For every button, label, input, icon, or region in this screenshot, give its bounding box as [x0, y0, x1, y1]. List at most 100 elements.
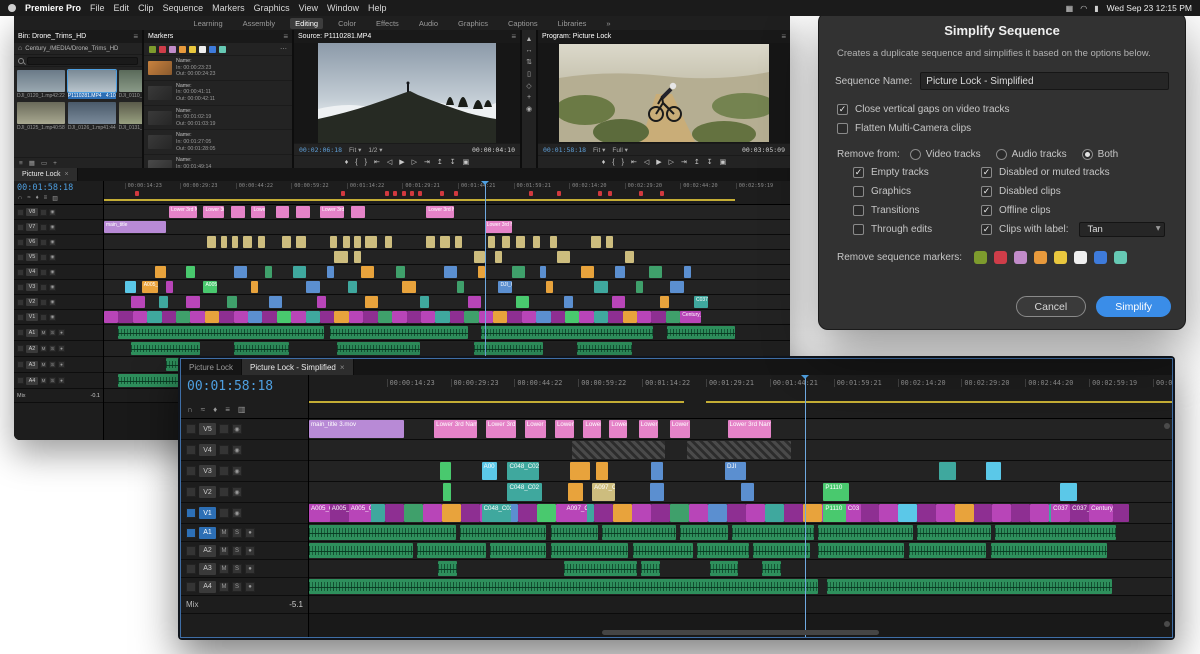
clip[interactable]: Lower 3 [251, 206, 266, 218]
go-to-out-icon[interactable]: ⇥ [681, 158, 687, 166]
track-visibility-icon[interactable]: ◉ [49, 253, 56, 261]
sync-lock-icon[interactable] [40, 313, 47, 321]
track-badge[interactable]: V6 [26, 238, 38, 246]
play-icon[interactable]: ▶ [656, 158, 661, 166]
go-to-in-icon[interactable]: ⇤ [631, 158, 637, 166]
clip[interactable] [593, 504, 613, 522]
clip[interactable] [265, 266, 273, 278]
clip[interactable]: A097_C0 [564, 504, 587, 522]
scroll-down-button[interactable] [1164, 621, 1170, 627]
track-badge[interactable]: V4 [26, 268, 38, 276]
track-badge[interactable]: V3 [26, 283, 38, 291]
track-visibility-icon[interactable]: ◉ [49, 283, 56, 291]
track-badge[interactable]: V5 [26, 253, 38, 261]
apple-menu-icon[interactable] [8, 4, 16, 12]
scroll-up-button[interactable] [1164, 423, 1170, 429]
sync-lock-icon[interactable] [40, 253, 47, 261]
clip[interactable] [580, 266, 595, 278]
lock-icon[interactable] [186, 445, 196, 455]
lock-icon[interactable] [17, 329, 24, 336]
new-item-icon[interactable]: + [53, 160, 57, 167]
clip[interactable] [595, 462, 608, 480]
clip[interactable] [577, 342, 633, 355]
record-arm-icon[interactable]: ● [245, 581, 255, 592]
display-status-icon[interactable]: ▦ [1066, 4, 1074, 13]
marker-color-chip[interactable] [219, 45, 226, 53]
clip[interactable] [515, 236, 526, 248]
record-arm-icon[interactable]: ● [58, 345, 65, 352]
lift-icon[interactable]: ↥ [437, 158, 443, 166]
clip[interactable] [1113, 504, 1129, 522]
track-visibility-icon[interactable]: ◉ [49, 313, 56, 321]
mark-out-icon[interactable]: } [622, 159, 624, 166]
track-visibility-icon[interactable]: ◉ [232, 508, 242, 518]
add-marker-icon[interactable]: ♦ [345, 159, 349, 166]
track-visibility-icon[interactable]: ◉ [232, 445, 242, 455]
record-arm-icon[interactable]: ● [245, 563, 255, 574]
radio-both[interactable]: Both [1081, 149, 1118, 160]
clip[interactable] [495, 251, 502, 263]
menu-view[interactable]: View [299, 3, 318, 13]
step-forward-icon[interactable]: ▷ [412, 158, 417, 166]
lock-icon[interactable] [186, 581, 196, 592]
export-frame-icon[interactable]: ▣ [720, 158, 727, 166]
razor-tool-icon[interactable]: ▯ [527, 70, 531, 78]
clip[interactable] [124, 281, 136, 293]
clip[interactable] [591, 236, 601, 248]
clip[interactable] [579, 311, 594, 323]
clip[interactable] [1030, 504, 1050, 522]
clip[interactable] [147, 311, 162, 323]
clip[interactable] [665, 311, 681, 323]
bin-item-dji-0120-1-mp4[interactable]: DJI_0120_1.mp4 2:22 [17, 70, 65, 99]
lock-icon[interactable] [17, 313, 24, 321]
track-badge[interactable]: V8 [26, 208, 38, 216]
timeline-ruler[interactable]: 00:00:14:23 00:00:29:23 00:00:44:22 00:00:5… [309, 375, 1172, 419]
program-fit-dropdown[interactable]: Fit ▾ [593, 146, 605, 154]
sequence-tab-picture-lock[interactable]: Picture Lock [181, 359, 243, 375]
clip[interactable]: C037 [1051, 504, 1071, 522]
clip[interactable] [501, 236, 511, 248]
clip[interactable] [219, 311, 234, 323]
sequence-marker[interactable] [418, 191, 423, 196]
clip[interactable] [460, 525, 547, 540]
clip[interactable] [361, 266, 374, 278]
clip[interactable] [242, 236, 253, 248]
sync-lock-icon[interactable] [40, 298, 47, 306]
track-badge[interactable]: V2 [199, 486, 216, 498]
close-icon[interactable]: × [65, 171, 69, 178]
timeline-settings-icon[interactable]: ≡ [225, 405, 230, 414]
clip[interactable] [395, 266, 406, 278]
marker-color-chip[interactable] [149, 45, 156, 53]
clip[interactable] [611, 296, 626, 308]
bin-item-dji-0126-1-mp4[interactable]: DJI_0126_1.mp4 1:44 [67, 102, 116, 131]
menu-clip[interactable]: Clip [138, 3, 154, 13]
mute-icon[interactable]: M [40, 329, 47, 336]
marker-color-chip[interactable] [199, 45, 206, 53]
sequence-marker[interactable] [556, 191, 561, 196]
timeline-settings-icon[interactable]: ≡ [44, 195, 48, 202]
marker-entry[interactable]: Name: In: 00:01:02:19 Out: 00:01:03:19 [144, 106, 292, 131]
sync-lock-icon[interactable] [219, 424, 229, 434]
sequence-marker[interactable] [393, 191, 398, 196]
clip[interactable]: Lower 3rd [203, 206, 225, 218]
clip[interactable] [567, 483, 584, 501]
workspace-tab-item[interactable]: » [601, 18, 615, 29]
clip[interactable] [276, 311, 292, 323]
clip[interactable] [650, 462, 663, 480]
clip[interactable]: P1110 [823, 483, 850, 501]
clip[interactable]: Lower 3 [554, 420, 574, 438]
go-to-in-icon[interactable]: ⇤ [374, 158, 380, 166]
track-badge[interactable]: V4 [199, 444, 216, 456]
clip[interactable] [602, 525, 676, 540]
clip[interactable] [649, 266, 662, 278]
clip[interactable] [859, 504, 879, 522]
lock-icon[interactable] [17, 377, 24, 384]
home-icon[interactable]: ⌂ [18, 45, 22, 52]
clip[interactable] [422, 504, 442, 522]
track-visibility-icon[interactable]: ◉ [49, 223, 56, 231]
lock-icon[interactable] [17, 361, 24, 368]
clip[interactable] [593, 311, 609, 323]
clip[interactable] [337, 342, 420, 355]
track-visibility-icon[interactable]: ◉ [49, 238, 56, 246]
clip[interactable] [364, 296, 379, 308]
